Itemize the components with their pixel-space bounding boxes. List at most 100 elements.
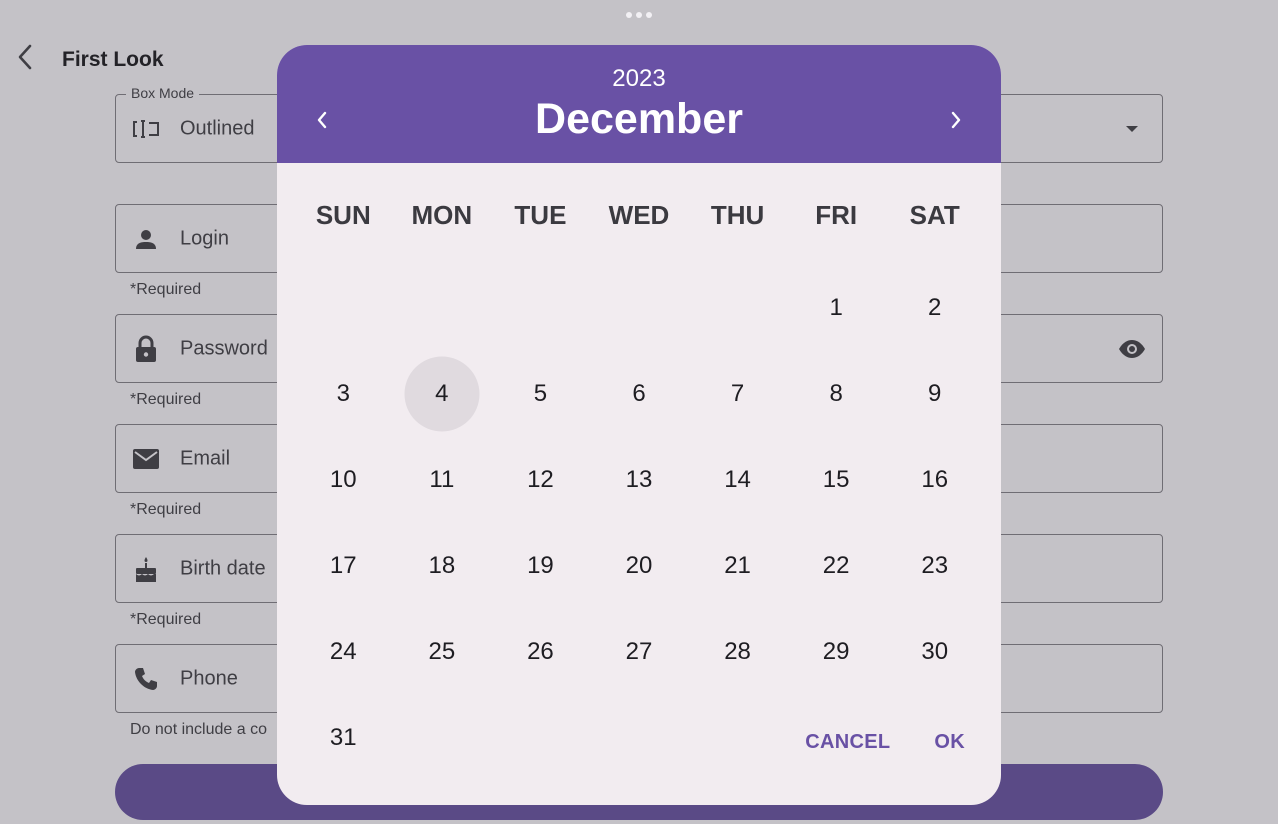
empty-day-cell bbox=[294, 265, 393, 351]
day-number: 14 bbox=[724, 466, 751, 493]
day-number: 11 bbox=[429, 466, 455, 493]
month-label: December bbox=[535, 95, 743, 143]
day-cell[interactable]: 19 bbox=[491, 523, 590, 609]
day-number: 29 bbox=[822, 638, 850, 665]
day-number: 9 bbox=[928, 380, 942, 407]
day-number: 6 bbox=[632, 380, 646, 407]
day-cell[interactable]: 9 bbox=[885, 351, 984, 437]
day-cell[interactable]: 26 bbox=[491, 609, 590, 695]
ok-button[interactable]: OK bbox=[934, 731, 965, 754]
mail-icon bbox=[132, 445, 160, 473]
back-button[interactable] bbox=[10, 40, 40, 74]
day-cell[interactable]: 16 bbox=[885, 437, 984, 523]
date-picker-header: 2023 December bbox=[277, 45, 1001, 163]
day-number: 17 bbox=[329, 552, 357, 579]
day-cell[interactable]: 3 bbox=[294, 351, 393, 437]
day-number: 27 bbox=[625, 638, 653, 665]
day-number: 13 bbox=[625, 466, 653, 493]
email-label: Email bbox=[180, 447, 231, 469]
email-helper: *Required bbox=[130, 501, 202, 518]
day-number: 30 bbox=[921, 638, 949, 665]
day-cell[interactable]: 11 bbox=[393, 437, 492, 523]
year-label[interactable]: 2023 bbox=[277, 65, 1001, 93]
day-number: 1 bbox=[829, 294, 843, 321]
day-cell[interactable]: 12 bbox=[491, 437, 590, 523]
chevron-left-icon bbox=[317, 111, 327, 129]
day-number: 8 bbox=[829, 380, 843, 407]
day-cell[interactable]: 22 bbox=[787, 523, 886, 609]
weekday-label: MON bbox=[411, 200, 473, 230]
day-number: 26 bbox=[527, 638, 554, 665]
day-cell[interactable]: 18 bbox=[393, 523, 492, 609]
day-cell[interactable]: 6 bbox=[590, 351, 689, 437]
day-cell[interactable]: 17 bbox=[294, 523, 393, 609]
text-field-icon bbox=[132, 115, 160, 143]
day-number: 16 bbox=[921, 466, 949, 493]
day-number: 4 bbox=[435, 380, 449, 407]
empty-day-cell bbox=[491, 265, 590, 351]
phone-icon bbox=[132, 665, 160, 693]
chevron-left-icon bbox=[18, 44, 32, 70]
day-number: 22 bbox=[822, 552, 850, 579]
day-cell[interactable]: 8 bbox=[787, 351, 886, 437]
day-cell[interactable]: 13 bbox=[590, 437, 689, 523]
previous-month-button[interactable] bbox=[305, 103, 339, 137]
day-cell[interactable]: 25 bbox=[393, 609, 492, 695]
weekday-label: WED bbox=[608, 200, 670, 230]
day-cell[interactable]: 1 bbox=[787, 265, 886, 351]
drag-handle[interactable] bbox=[626, 12, 652, 18]
empty-day-cell bbox=[688, 265, 787, 351]
login-helper: *Required bbox=[130, 281, 202, 298]
day-cell[interactable]: 24 bbox=[294, 609, 393, 695]
day-cell[interactable]: 20 bbox=[590, 523, 689, 609]
date-picker-dialog: 2023 December SUN MON TUE WED THU FRI SA… bbox=[277, 45, 1001, 805]
day-number: 20 bbox=[625, 552, 653, 579]
birth-date-helper: *Required bbox=[130, 611, 202, 628]
empty-day-cell bbox=[590, 265, 689, 351]
day-cell[interactable]: 30 bbox=[885, 609, 984, 695]
day-number: 25 bbox=[428, 638, 456, 665]
weekday-label: FRI bbox=[815, 200, 858, 230]
weekday-label: SUN bbox=[315, 200, 371, 230]
day-number: 12 bbox=[527, 466, 554, 493]
eye-icon[interactable] bbox=[1116, 333, 1148, 365]
day-cell[interactable]: 5 bbox=[491, 351, 590, 437]
day-number: 5 bbox=[533, 380, 548, 407]
password-label: Password bbox=[180, 337, 268, 359]
day-cell[interactable]: 7 bbox=[688, 351, 787, 437]
weekday-row: SUN MON TUE WED THU FRI SAT bbox=[294, 200, 984, 231]
day-cell[interactable]: 23 bbox=[885, 523, 984, 609]
dialog-actions: CANCEL OK bbox=[805, 731, 965, 754]
day-cell[interactable]: 14 bbox=[688, 437, 787, 523]
day-cell[interactable]: 21 bbox=[688, 523, 787, 609]
lock-icon bbox=[132, 335, 160, 363]
day-number: 18 bbox=[428, 552, 456, 579]
phone-helper: Do not include a co bbox=[130, 721, 267, 738]
day-cell[interactable]: 15 bbox=[787, 437, 886, 523]
day-number: 15 bbox=[822, 466, 850, 493]
phone-label: Phone bbox=[180, 667, 238, 689]
day-cell[interactable]: 27 bbox=[590, 609, 689, 695]
day-cell[interactable]: 28 bbox=[688, 609, 787, 695]
day-grid: 1 2 3 4 5 6 7 8 9 10 11 12 13 14 15 16 17 18 19 20 21 22 23 24 2… bbox=[294, 265, 984, 781]
day-cell[interactable]: 10 bbox=[294, 437, 393, 523]
chevron-right-icon bbox=[951, 111, 961, 129]
login-label: Login bbox=[180, 227, 229, 249]
password-helper: *Required bbox=[130, 391, 202, 408]
day-cell[interactable]: 31 bbox=[294, 695, 393, 781]
birth-date-label: Birth date bbox=[180, 557, 266, 579]
dropdown-arrow-icon[interactable] bbox=[1116, 113, 1148, 145]
box-mode-value: Outlined bbox=[180, 117, 255, 139]
next-month-button[interactable] bbox=[939, 103, 973, 137]
cancel-button[interactable]: CANCEL bbox=[805, 731, 890, 754]
day-number: 10 bbox=[329, 466, 357, 493]
cake-icon bbox=[132, 555, 160, 583]
day-number: 2 bbox=[928, 294, 942, 321]
day-cell[interactable]: 4 bbox=[393, 351, 492, 437]
day-number: 3 bbox=[336, 380, 350, 407]
day-cell[interactable]: 2 bbox=[885, 265, 984, 351]
weekday-label: THU bbox=[710, 200, 765, 230]
day-cell[interactable]: 29 bbox=[787, 609, 886, 695]
page-title: First Look bbox=[62, 48, 164, 71]
day-number: 21 bbox=[724, 552, 751, 579]
